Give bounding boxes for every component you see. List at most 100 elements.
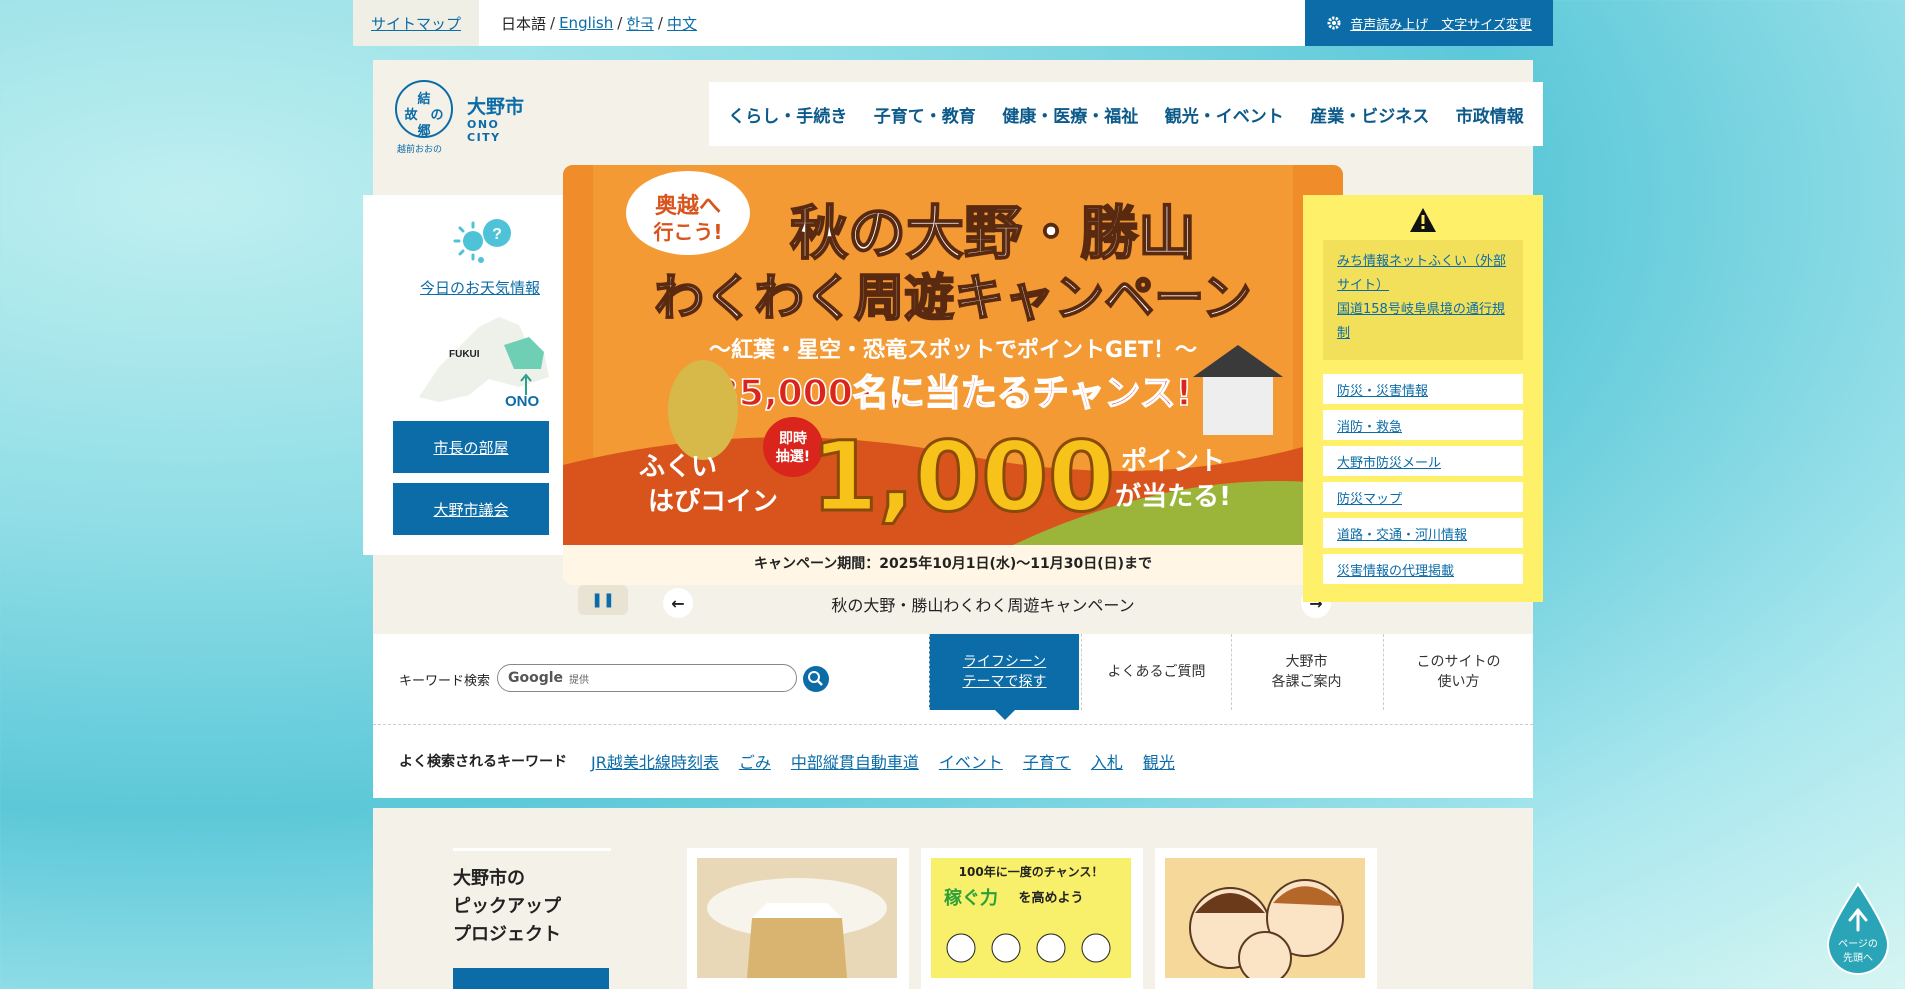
card2-headline: 100年に一度のチャンス！ (959, 864, 1104, 879)
language-switcher: 日本語 / English / 한국 / 中文 (501, 13, 697, 34)
map-label-ono: ONO (505, 393, 540, 407)
svg-text:が当たる!: が当たる! (1115, 481, 1231, 512)
page-top-button[interactable]: ページの 先頭へ (1822, 882, 1894, 978)
site-logo[interactable]: 結 故 の 郷 越前おおの 大野市 ONO CITY (395, 80, 535, 155)
keyword-link[interactable]: 中部縦貫自動車道 (791, 749, 919, 773)
pickup-card-rice[interactable] (687, 848, 909, 989)
tab-how-to-use[interactable]: このサイトの 使い方 (1383, 634, 1533, 710)
svg-text:即時: 即時 (779, 430, 807, 447)
lang-chinese[interactable]: 中文 (667, 13, 697, 34)
banner-title-1: 秋の大野・勝山 (790, 199, 1196, 267)
map-label-fukui: FUKUI (449, 349, 480, 360)
keyword-link[interactable]: 子育て (1023, 749, 1071, 773)
google-label: Google (508, 670, 564, 686)
banner-chance: 35,000名に当たるチャンス! (714, 373, 1192, 414)
active-tab-arrow (995, 710, 1015, 720)
logo-name-en: ONO CITY (467, 118, 501, 144)
banner-tag-line2: 行こう! (652, 220, 722, 244)
page-top-label: ページの 先頭へ (1838, 939, 1878, 964)
slide-caption[interactable]: 秋の大野・勝山わくわく周遊キャンペーン (703, 592, 1263, 616)
lang-current: 日本語 (501, 14, 547, 33)
card2-main: 稼ぐ力 (944, 887, 998, 909)
main-frame: 結 故 の 郷 越前おおの 大野市 ONO CITY くらし・手続き 子育て・教… (363, 60, 1543, 798)
tab-faq[interactable]: よくあるご質問 (1081, 634, 1231, 710)
slider-controls: ❚❚ ← 秋の大野・勝山わくわく周遊キャンペーン → (563, 580, 1343, 628)
tab-life-scene[interactable]: ライフシーン テーマで探す (929, 634, 1079, 710)
search-area: キーワード検索 Google 提供 ライフシーン テーマで探す よくあるご質問 … (373, 634, 1533, 724)
campaign-banner[interactable]: 奥越へ 行こう! 秋の大野・勝山 わくわく周遊キャンペーン 〜紅葉・星空・恐竜ス… (563, 165, 1343, 585)
card2-tail: を高めよう (1018, 890, 1083, 906)
earning-image: 100年に一度のチャンス！ 稼ぐ力 を高めよう (931, 858, 1131, 978)
campaign-period: キャンペーン期間：2025年10月1日(水)〜11月30日(日)まで (753, 556, 1153, 572)
keyword-link[interactable]: 観光 (1143, 749, 1175, 773)
pickup-card-earning[interactable]: 100年に一度のチャンス！ 稼ぐ力 を高めよう (921, 848, 1143, 989)
banner-subtitle: 〜紅葉・星空・恐竜スポットでポイントGET！〜 (709, 337, 1197, 363)
disaster-mail-link[interactable]: 大野市防災メール (1323, 446, 1523, 476)
nav-tourism[interactable]: 観光・イベント (1165, 102, 1284, 127)
fukui-map: FUKUI ONO (419, 317, 549, 407)
svg-text:ポイント: ポイント (1121, 446, 1225, 477)
road-traffic-link[interactable]: 道路・交通・河川情報 (1323, 518, 1523, 548)
keyword-link[interactable]: ごみ (739, 749, 771, 773)
banner-tag-line1: 奥越へ (655, 193, 721, 219)
banner-image: 奥越へ 行こう! 秋の大野・勝山 わくわく周遊キャンペーン 〜紅葉・星空・恐竜ス… (563, 165, 1343, 545)
weather-icon: ? (453, 219, 511, 263)
pause-icon: ❚❚ (591, 592, 615, 608)
nav-business[interactable]: 産業・ビジネス (1310, 102, 1429, 127)
banner-title-2: わくわく周遊キャンペーン (654, 269, 1252, 327)
prev-slide-button[interactable]: ← (663, 588, 693, 618)
svg-text:?: ? (492, 226, 502, 243)
arrow-left-icon: ← (671, 593, 685, 613)
lang-english[interactable]: English (559, 14, 613, 32)
svg-text:はぴコイン: はぴコイン (648, 487, 778, 517)
keyword-link[interactable]: イベント (939, 749, 1003, 773)
utility-bar: サイトマップ 日本語 / English / 한국 / 中文 音声読み上げ 文字サイズ… (353, 0, 1553, 46)
sitemap-link[interactable]: サイトマップ (353, 0, 479, 46)
logo-name-ja: 大野市 (467, 96, 525, 118)
logo-seal: 結 故 の 郷 (395, 80, 453, 139)
search-button[interactable] (803, 666, 829, 692)
banner-points: 1,000 (811, 421, 1115, 533)
nav-living[interactable]: くらし・手続き (728, 102, 847, 127)
pause-button[interactable]: ❚❚ (578, 585, 628, 615)
city-council-button[interactable]: 大野市議会 (393, 483, 549, 535)
logo-subtitle: 越前おおの (397, 145, 443, 155)
hazard-map-link[interactable]: 防災マップ (1323, 482, 1523, 512)
global-nav: くらし・手続き 子育て・教育 健康・医療・福祉 観光・イベント 産業・ビジネス … (709, 82, 1543, 146)
road-notice: みち情報ネットふくい（外部サイト） 国道158号岐阜県境の通行規制 (1323, 240, 1523, 360)
pickup-more-button[interactable] (453, 968, 609, 989)
keyword-link[interactable]: 入札 (1091, 749, 1123, 773)
search-input[interactable]: Google 提供 (497, 664, 797, 692)
nav-health[interactable]: 健康・医療・福祉 (1002, 102, 1138, 127)
fire-rescue-link[interactable]: 消防・救急 (1323, 410, 1523, 440)
nav-city-info[interactable]: 市政情報 (1456, 102, 1524, 127)
warning-icon (1410, 208, 1436, 232)
pickup-title: 大野市の ピックアップ プロジェクト (453, 848, 611, 949)
tab-departments[interactable]: 大野市 各課ご案内 (1231, 634, 1381, 710)
popular-keywords-label: よく検索されるキーワード (399, 754, 567, 770)
pickup-card-family[interactable] (1155, 848, 1377, 989)
gear-icon (1327, 16, 1341, 30)
lang-korean[interactable]: 한국 (626, 13, 654, 34)
family-image (1165, 858, 1365, 985)
accessibility-button[interactable]: 音声読み上げ 文字サイズ変更 (1305, 0, 1553, 46)
route158-link[interactable]: 国道158号岐阜県境の通行規制 (1337, 302, 1505, 341)
disaster-panel: みち情報ネットふくい（外部サイト） 国道158号岐阜県境の通行規制 防災・災害情… (1303, 195, 1543, 602)
svg-text:抽選!: 抽選! (776, 448, 810, 465)
keyword-link[interactable]: JR越美北線時刻表 (591, 749, 719, 773)
svg-text:ふくい: ふくい (639, 452, 717, 482)
rice-image (697, 858, 897, 978)
accessibility-label: 音声読み上げ 文字サイズ変更 (1350, 17, 1532, 33)
weather-link[interactable]: 今日のお天気情報 (363, 277, 597, 298)
disaster-info-link[interactable]: 防災・災害情報 (1323, 374, 1523, 404)
keyword-search-label: キーワード検索 (399, 674, 491, 689)
proxy-disaster-link[interactable]: 災害情報の代理掲載 (1323, 554, 1523, 584)
search-icon (808, 671, 823, 686)
popular-keywords-list: JR越美北線時刻表 ごみ 中部縦貫自動車道 イベント 子育て 入札 観光 (591, 749, 1175, 773)
popular-keywords: よく検索されるキーワード JR越美北線時刻表 ごみ 中部縦貫自動車道 イベント … (373, 724, 1533, 798)
provided-label: 提供 (569, 674, 590, 686)
mayor-room-button[interactable]: 市長の部屋 (393, 421, 549, 473)
nav-parenting[interactable]: 子育て・教育 (874, 102, 976, 127)
road-info-link[interactable]: みち情報ネットふくい（外部サイト） (1337, 254, 1506, 293)
pickup-section: 大野市の ピックアップ プロジェクト 100年に一度のチャンス！ 稼ぐ力 を高め… (373, 808, 1533, 989)
